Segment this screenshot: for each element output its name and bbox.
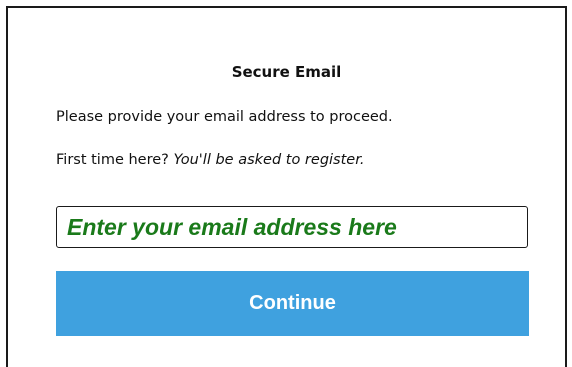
secure-email-panel: Secure Email Please provide your email a… (6, 6, 567, 367)
page-title: Secure Email (231, 63, 342, 81)
first-time-text: First time here? You'll be asked to regi… (56, 152, 364, 168)
first-time-prefix: First time here? (56, 152, 174, 168)
email-input[interactable] (56, 206, 528, 248)
continue-button[interactable]: Continue (56, 271, 529, 336)
instruction-text: Please provide your email address to pro… (56, 109, 393, 125)
register-note: You'll be asked to register. (173, 152, 365, 168)
